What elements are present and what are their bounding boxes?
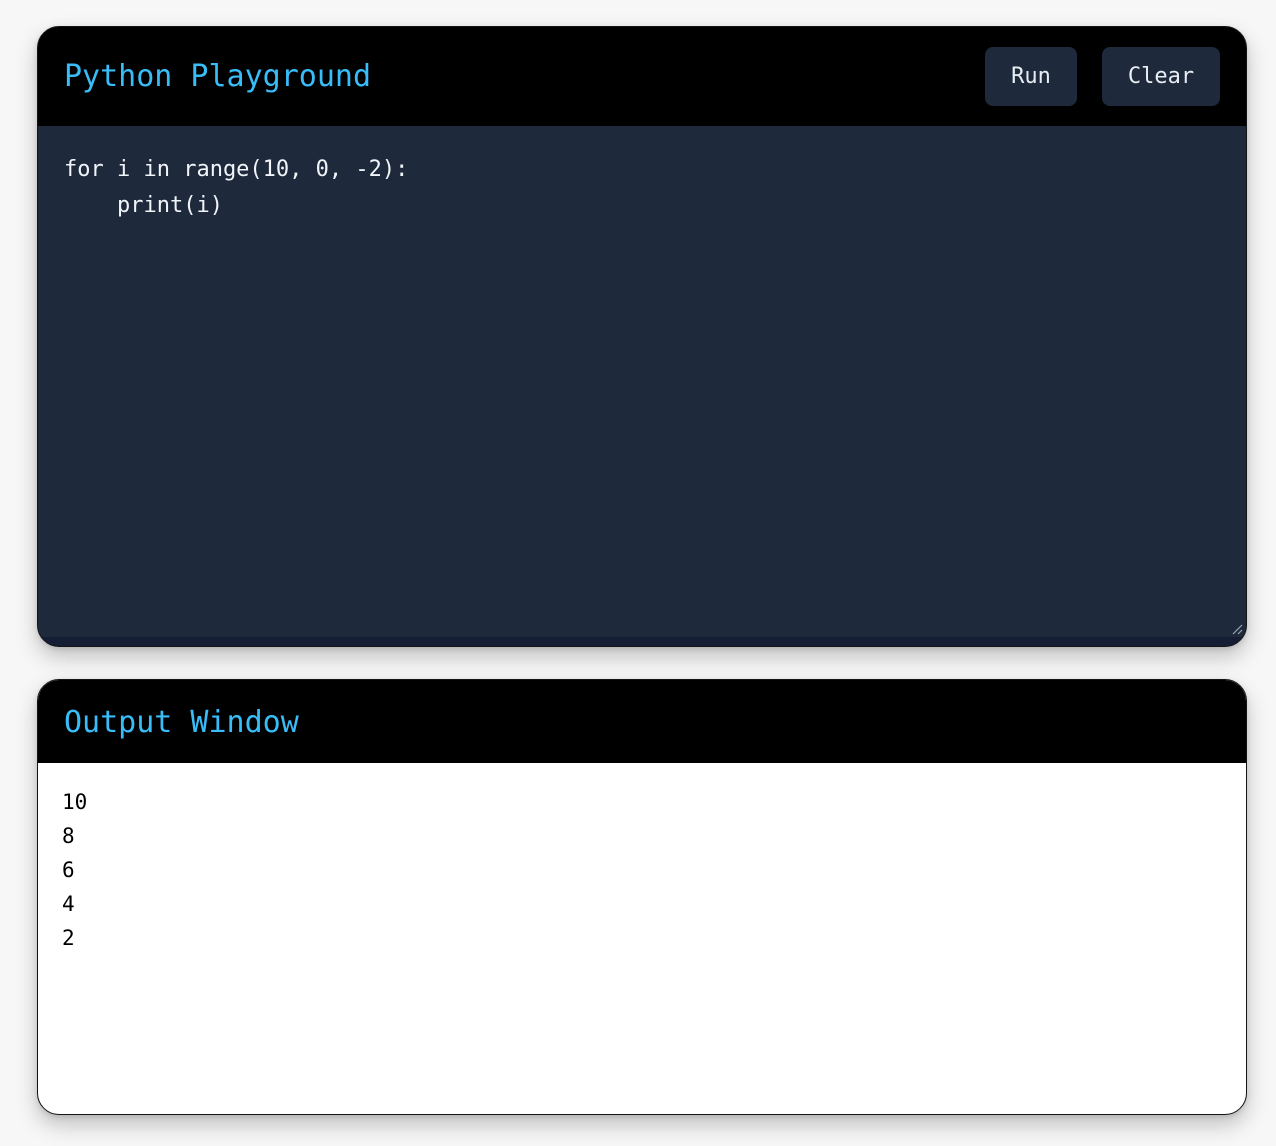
output-line: 10 <box>62 790 88 814</box>
run-button[interactable]: Run <box>985 47 1077 106</box>
output-line: 8 <box>62 824 75 848</box>
code-line: for i in range(10, 0, -2): <box>64 157 409 182</box>
editor-header: Python Playground Run Clear <box>38 27 1246 126</box>
editor-title: Python Playground <box>64 59 372 94</box>
output-line: 6 <box>62 858 75 882</box>
output-title: Output Window <box>64 704 299 740</box>
clear-button[interactable]: Clear <box>1102 47 1220 106</box>
editor-panel: Python Playground Run Clear for i in ran… <box>37 26 1247 647</box>
editor-actions: Run Clear <box>985 47 1220 106</box>
output-header: Output Window <box>38 680 1246 763</box>
editor-footer-strip <box>38 637 1246 646</box>
code-line: print(i) <box>64 193 223 218</box>
output-panel: Output Window 10 8 6 4 2 <box>37 679 1247 1115</box>
output-line: 4 <box>62 892 75 916</box>
output-window: 10 8 6 4 2 <box>38 763 1246 955</box>
resize-handle-icon[interactable] <box>1231 623 1243 635</box>
output-line: 2 <box>62 926 75 950</box>
code-editor[interactable]: for i in range(10, 0, -2): print(i) <box>38 126 1246 637</box>
